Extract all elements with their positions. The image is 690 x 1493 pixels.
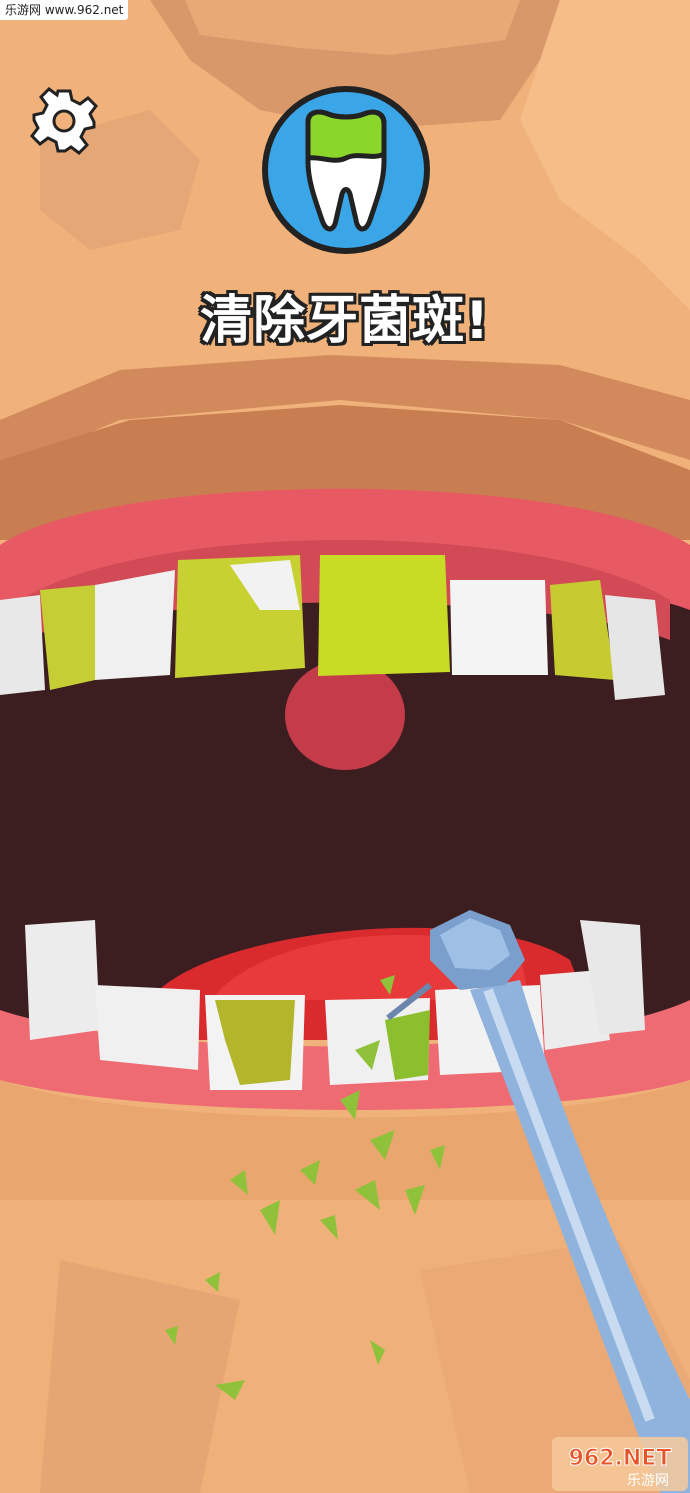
task-badge: [258, 82, 434, 258]
tooth-l1[interactable]: [25, 920, 100, 1040]
uvula: [285, 660, 405, 770]
watermark-brand: 962.NET: [569, 1446, 672, 1471]
game-viewport[interactable]: 乐游网 www.962.net 清除牙菌斑! 962.NET 乐游网: [0, 0, 690, 1493]
watermark-bottom: 962.NET 乐游网: [552, 1437, 688, 1491]
gear-icon: [30, 87, 98, 155]
tooth-u8[interactable]: [605, 595, 665, 700]
tooth-u6[interactable]: [450, 580, 548, 675]
tooth-u5[interactable]: [318, 555, 450, 676]
tooth-l2[interactable]: [95, 985, 200, 1070]
plaque-tooth-icon: [262, 86, 430, 254]
watermark-sub: 乐游网: [627, 1473, 669, 1489]
settings-button[interactable]: [28, 85, 100, 157]
watermark-top: 乐游网 www.962.net: [0, 0, 129, 20]
tooth-u3[interactable]: [95, 570, 175, 680]
instruction-text: 清除牙菌斑!: [200, 291, 490, 351]
tooth-u1[interactable]: [0, 595, 45, 695]
